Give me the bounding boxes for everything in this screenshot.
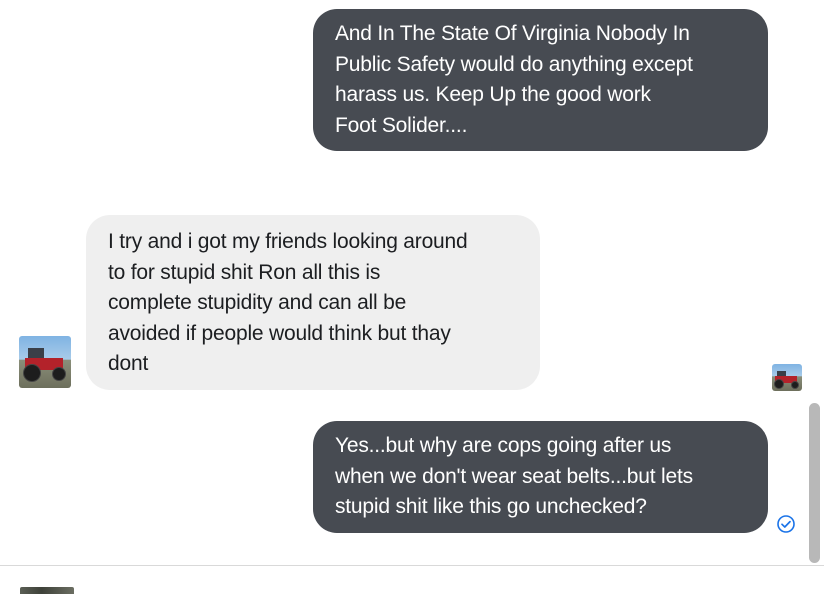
tractor-wheel-shape: [52, 367, 66, 381]
incoming-message-bubble[interactable]: I try and i got my friends looking aroun…: [86, 215, 540, 390]
outgoing-message-bubble[interactable]: Yes...but why are cops going after us wh…: [313, 421, 768, 533]
composer-divider: [0, 565, 824, 566]
outgoing-message-bubble[interactable]: And In The State Of Virginia Nobody In P…: [313, 9, 768, 151]
message-thread[interactable]: And In The State Of Virginia Nobody In P…: [0, 0, 824, 594]
scrollbar-thumb[interactable]: [809, 403, 820, 563]
sent-check-circle-icon: [777, 515, 795, 533]
composer-avatar: [20, 587, 74, 594]
tractor-wheel-shape: [774, 379, 784, 389]
tractor-wheel-shape: [791, 381, 799, 389]
contact-avatar[interactable]: [19, 336, 71, 388]
tractor-wheel-shape: [23, 364, 41, 382]
read-receipt-avatar: [772, 364, 802, 391]
